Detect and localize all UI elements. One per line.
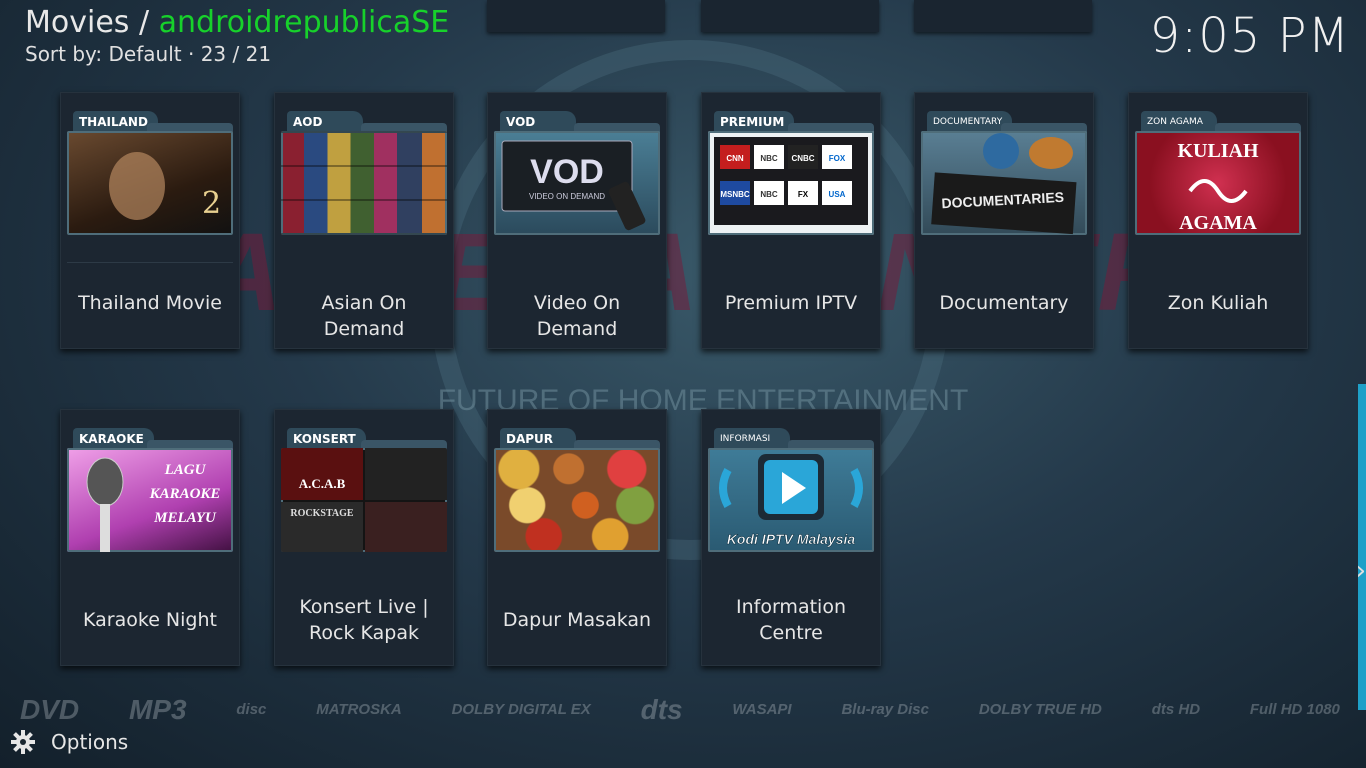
full-hd-logo: Full HD 1080 [1249, 701, 1340, 718]
wasapi-logo: WASAPI [732, 701, 792, 718]
clock: 9:05 PM [1149, 8, 1350, 64]
sort-info: Sort by: Default · 23 / 21 [25, 42, 449, 66]
options-button[interactable]: Options [10, 728, 128, 756]
partial-card [487, 0, 665, 32]
compact-disc-logo: disc [236, 701, 267, 718]
svg-text:KARAOKE: KARAOKE [149, 486, 221, 502]
partial-card [914, 0, 1092, 32]
folder-card-konsert[interactable]: KONSERT A.C.A.B ROCKSTAGE Konsert Live |… [274, 409, 454, 666]
thumbnail-vod: VOD VIDEO ON DEMAND [494, 131, 660, 235]
folder-card-vod[interactable]: VOD VOD VIDEO ON DEMAND Video On Demand [487, 92, 667, 349]
folder-label: Video On Demand [533, 292, 621, 340]
thumbnail-posters [281, 131, 447, 235]
folder-label: Karaoke Night [83, 609, 217, 631]
title-separator: / [138, 5, 150, 40]
folder-card-zon-agama[interactable]: ZON AGAMA KULIAH AGAMA Zon Kuliah [1128, 92, 1308, 349]
thumbnail-documentary: DOCUMENTARIES [921, 131, 1087, 235]
folder-tab: PREMIUM [714, 111, 795, 133]
folder-tab: INFORMASI [714, 428, 790, 450]
page-title: Movies / androidrepublicaSE [25, 4, 449, 42]
folder-tab: THAILAND [73, 111, 158, 133]
svg-text:VOD: VOD [530, 153, 604, 191]
gear-icon [11, 730, 35, 754]
thumbnail-kodi: Kodi IPTV Malaysia [708, 448, 874, 552]
folder-label: Konsert Live | Rock Kapak [299, 596, 429, 644]
folder-card-dapur[interactable]: DAPUR Dapur Masakan [487, 409, 667, 666]
thumbnail-konsert: A.C.A.B ROCKSTAGE [281, 448, 447, 552]
svg-text:NBC: NBC [760, 154, 778, 163]
folder-tab: AOD [287, 111, 363, 133]
partial-card [701, 0, 879, 32]
svg-text:MELAYU: MELAYU [153, 510, 217, 526]
svg-text:USA: USA [829, 190, 846, 199]
dts-hd-logo: dts HD [1151, 701, 1201, 718]
dolby-truehd-logo: DOLBY TRUE HD [978, 701, 1102, 718]
item-position: 23 / 21 [200, 42, 272, 66]
thumbnail-karaoke: LAGU KARAOKE MELAYU [67, 448, 233, 552]
folder-label: Thailand Movie [78, 292, 222, 314]
mp3-logo: MP3 [128, 694, 187, 725]
folder-card-karaoke[interactable]: KARAOKE LAGU KARAOKE MELAYU Karaoke Nigh… [60, 409, 240, 666]
folder-card-informasi[interactable]: INFORMASI Kodi IPTV Malaysia Information… [701, 409, 881, 666]
folder-label: Documentary [939, 292, 1069, 314]
folder-tab: ZON AGAMA [1141, 111, 1217, 133]
matroska-logo: MATROSKA [316, 701, 402, 718]
header: Movies / androidrepublicaSE Sort by: Def… [25, 4, 449, 66]
folder-label: Asian On Demand [321, 292, 407, 340]
thumbnail-kuliah: KULIAH AGAMA [1135, 131, 1301, 235]
svg-text:VIDEO ON DEMAND: VIDEO ON DEMAND [529, 192, 605, 201]
folder-card-thailand[interactable]: THAILAND 2 Thailand Movie [60, 92, 240, 349]
svg-text:A.C.A.B: A.C.A.B [299, 476, 346, 491]
dts-logo: dts [640, 694, 683, 725]
svg-text:CNN: CNN [726, 154, 744, 163]
scroll-caret-icon: › [1355, 556, 1366, 586]
separator-dot: · [187, 42, 195, 66]
svg-text:AGAMA: AGAMA [1179, 212, 1257, 234]
folder-tab: DOCUMENTARY [927, 111, 1013, 133]
svg-text:Kodi IPTV Malaysia: Kodi IPTV Malaysia [727, 531, 856, 547]
folder-label: Information Centre [736, 596, 846, 644]
svg-text:2: 2 [202, 186, 221, 221]
folder-label: Premium IPTV [724, 292, 858, 314]
options-label: Options [51, 730, 129, 754]
folder-card-aod[interactable]: AOD Asian On Demand [274, 92, 454, 349]
bluray-logo: Blu-ray Disc [841, 701, 929, 718]
folder-card-premium[interactable]: PREMIUM CNN NBC CNBC FOX MSNBC NBC FX US… [701, 92, 881, 349]
svg-text:CNBC: CNBC [791, 154, 814, 163]
folder-tab: VOD [500, 111, 576, 133]
thumbnail-food [494, 448, 660, 552]
folder-tab: KARAOKE [73, 428, 154, 450]
folder-label: Zon Kuliah [1167, 292, 1269, 314]
codec-logos: DVD MP3 disc MATROSKA DOLBY DIGITAL EX d… [20, 678, 1340, 742]
source-name: androidrepublicaSE [158, 5, 450, 40]
svg-text:FOX: FOX [829, 154, 846, 163]
svg-text:FX: FX [798, 190, 809, 199]
folder-tab: DAPUR [500, 428, 576, 450]
svg-text:MSNBC: MSNBC [720, 190, 750, 199]
scrollbar[interactable] [1358, 384, 1366, 710]
folder-card-documentary[interactable]: DOCUMENTARY DOCUMENTARIES Documentary [914, 92, 1094, 349]
section-title: Movies [25, 5, 130, 40]
svg-text:ROCKSTAGE: ROCKSTAGE [290, 508, 353, 519]
dvd-logo: DVD [20, 694, 80, 725]
folder-label: Dapur Masakan [502, 609, 652, 631]
sort-label[interactable]: Sort by: Default [25, 42, 182, 66]
folder-tab: KONSERT [287, 428, 366, 450]
dolby-digital-logo: DOLBY DIGITAL EX [451, 701, 591, 718]
svg-text:NBC: NBC [760, 190, 778, 199]
thumbnail-premium-channels: CNN NBC CNBC FOX MSNBC NBC FX USA [708, 131, 874, 235]
thumbnail-thailand: 2 [67, 131, 233, 235]
svg-text:KULIAH: KULIAH [1177, 140, 1259, 162]
svg-text:LAGU: LAGU [164, 462, 207, 478]
